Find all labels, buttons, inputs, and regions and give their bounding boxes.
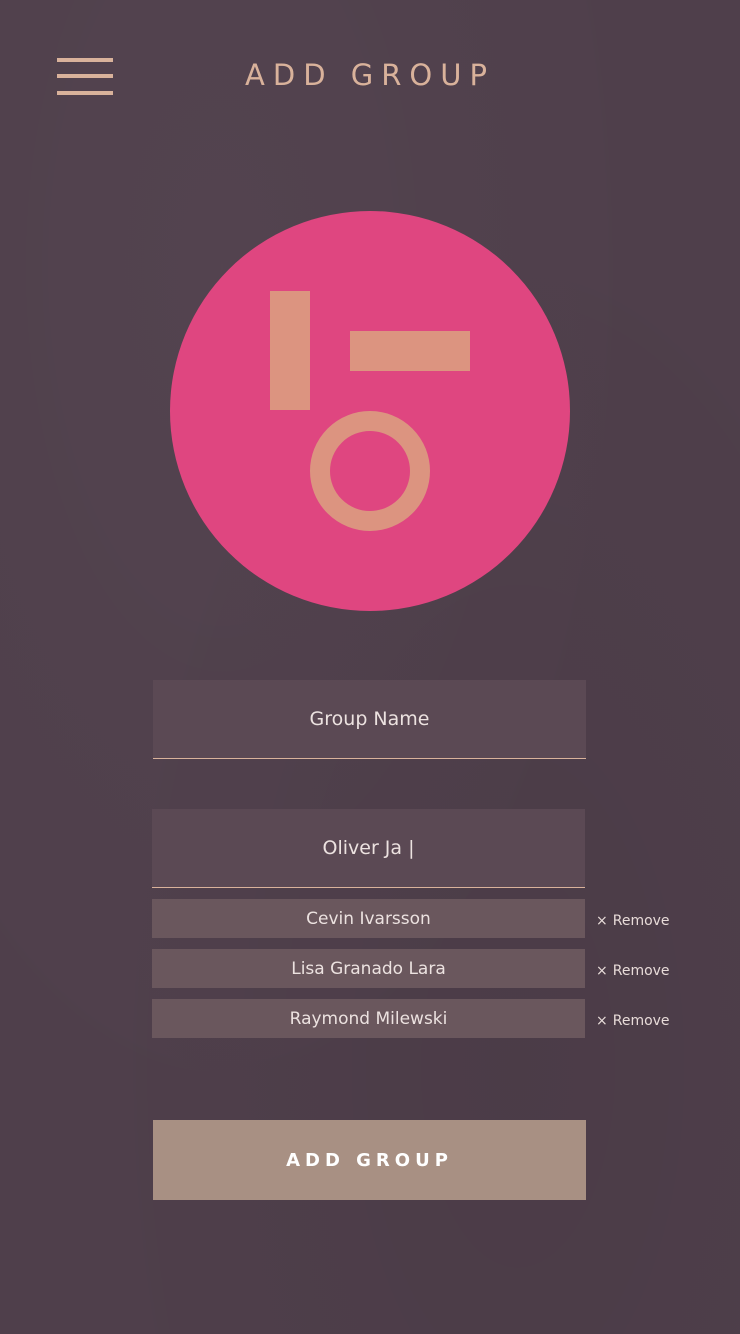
page-title: ADD GROUP	[245, 58, 495, 92]
member-name: Raymond Milewski	[289, 1008, 448, 1029]
member-name: Lisa Granado Lara	[291, 958, 446, 979]
close-icon: ×	[596, 962, 608, 979]
remove-label: Remove	[612, 1012, 670, 1029]
remove-member-button[interactable]: × Remove	[596, 901, 670, 940]
remove-label: Remove	[612, 912, 670, 929]
group-avatar[interactable]	[170, 211, 570, 611]
close-icon: ×	[596, 1012, 608, 1029]
remove-member-button[interactable]: × Remove	[596, 951, 670, 990]
member-item: Cevin Ivarsson	[152, 899, 585, 938]
group-name-field[interactable]	[153, 680, 586, 759]
remove-member-button[interactable]: × Remove	[596, 1001, 670, 1040]
avatar-vertical-bar-shape	[270, 291, 310, 410]
avatar-ring-shape	[310, 411, 430, 531]
member-item: Raymond Milewski	[152, 999, 585, 1038]
member-item: Lisa Granado Lara	[152, 949, 585, 988]
close-icon: ×	[596, 912, 608, 929]
remove-label: Remove	[612, 962, 670, 979]
avatar-horizontal-bar-shape	[350, 331, 470, 371]
add-group-button[interactable]: ADD GROUP	[153, 1120, 586, 1200]
group-name-input[interactable]	[153, 680, 586, 758]
member-search-input[interactable]	[152, 809, 585, 887]
member-name: Cevin Ivarsson	[306, 908, 431, 929]
member-search-field[interactable]	[152, 809, 585, 888]
